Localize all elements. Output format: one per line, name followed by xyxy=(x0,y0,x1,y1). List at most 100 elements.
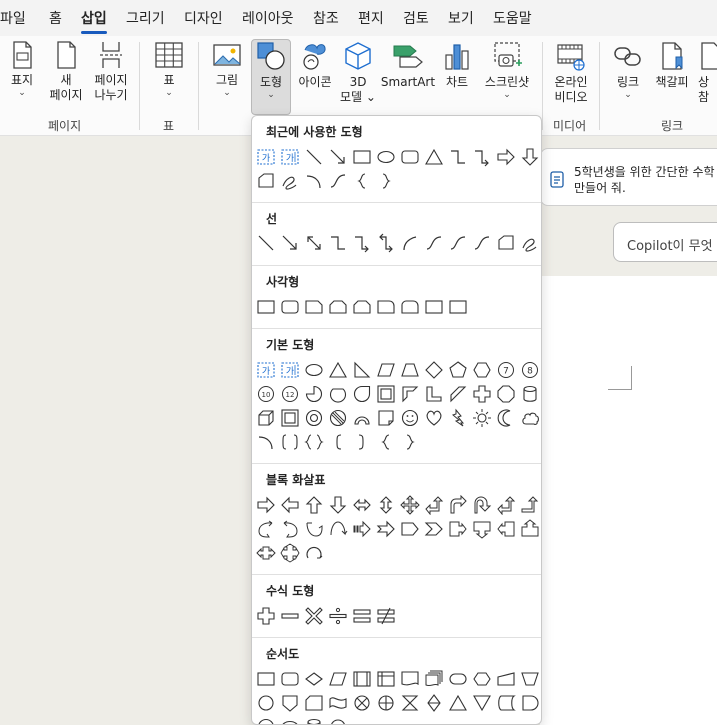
shape-scribble-item[interactable] xyxy=(520,233,540,253)
table-button[interactable]: 표 ⌄ xyxy=(152,40,186,120)
shape-frame-item[interactable] xyxy=(376,384,396,404)
tab-review[interactable]: 검토 xyxy=(403,10,429,28)
shape-larrow-item[interactable] xyxy=(280,495,300,515)
shape-bentarrow-item[interactable] xyxy=(448,495,468,515)
shape-tri-item[interactable] xyxy=(328,360,348,380)
shape-rect-item[interactable] xyxy=(352,147,372,167)
shape-arrowline-item[interactable] xyxy=(280,233,300,253)
shape-lcallout-item[interactable] xyxy=(496,519,516,539)
shape-textbox-item[interactable]: 가 xyxy=(256,360,276,380)
shape-fc-collate-item[interactable] xyxy=(400,693,420,713)
shape-pie-item[interactable] xyxy=(304,384,324,404)
picture-button[interactable]: 그림 ⌄ xyxy=(210,40,244,120)
copilot-prompt-input[interactable]: Copilot이 무엇 xyxy=(613,222,717,262)
shape-lshape-item[interactable] xyxy=(424,384,444,404)
shape-fc-or-item[interactable] xyxy=(376,693,396,713)
shape-elbow-item[interactable] xyxy=(328,233,348,253)
shape-num12-item[interactable]: 12 xyxy=(280,384,300,404)
shape-fc-process-item[interactable] xyxy=(256,669,276,689)
online-video-button[interactable]: 온라인 비디오 xyxy=(550,40,592,120)
shape-chevron-item[interactable] xyxy=(424,519,444,539)
shape-fc-predef-item[interactable] xyxy=(352,669,372,689)
shape-cylinder-item[interactable] xyxy=(520,384,540,404)
shape-vtextbox-item[interactable]: 가 xyxy=(280,360,300,380)
shape-equal-item[interactable] xyxy=(352,606,372,626)
bookmark-button[interactable]: 책갈피 xyxy=(652,40,692,120)
shape-ucallout-item[interactable] xyxy=(520,519,540,539)
shape-notequal-item[interactable] xyxy=(376,606,396,626)
tab-layout[interactable]: 레이아웃 xyxy=(242,10,294,28)
tab-editor[interactable]: 편지 xyxy=(358,10,384,28)
shape-rrect-item[interactable] xyxy=(400,147,420,167)
tab-insert[interactable]: 삽입 xyxy=(81,10,107,34)
shape-rrect-item[interactable] xyxy=(280,297,300,317)
shape-freeform-item[interactable] xyxy=(256,171,276,191)
shape-rect-item[interactable] xyxy=(424,297,444,317)
shape-darrow-item[interactable] xyxy=(520,147,540,167)
3d-model-button[interactable]: 3D 모델 ⌄ xyxy=(338,40,378,120)
shape-line-item[interactable] xyxy=(256,233,276,253)
shape-rect-item[interactable] xyxy=(448,297,468,317)
shape-scurve-item[interactable] xyxy=(448,233,468,253)
shape-fc-card-item[interactable] xyxy=(304,693,324,713)
shape-leftuparrow-item[interactable] xyxy=(496,495,516,515)
shape-plus-item[interactable] xyxy=(256,606,276,626)
tab-help[interactable]: 도움말 xyxy=(493,10,532,28)
shape-para-item[interactable] xyxy=(376,360,396,380)
link-button[interactable]: 링크 ⌄ xyxy=(611,40,645,120)
shape-rarrow-item[interactable] xyxy=(256,495,276,515)
shape-scurve-item[interactable] xyxy=(424,233,444,253)
shape-hex-item[interactable] xyxy=(472,360,492,380)
smartart-button[interactable]: SmartArt xyxy=(381,40,435,120)
shape-udarrow-item[interactable] xyxy=(376,495,396,515)
shape-rcallout-item[interactable] xyxy=(448,519,468,539)
shape-teardrop-item[interactable] xyxy=(352,384,372,404)
icons-button[interactable]: 아이콘 xyxy=(295,40,335,120)
shape-dblbrace-item[interactable] xyxy=(304,432,324,452)
shape-snip2-item[interactable] xyxy=(352,297,372,317)
shape-lbrace-item[interactable] xyxy=(376,432,396,452)
shape-stripedarrow-item[interactable] xyxy=(352,519,372,539)
shape-line-item[interactable] xyxy=(304,147,324,167)
shape-snip1-item[interactable] xyxy=(304,297,324,317)
shape-bentup-item[interactable] xyxy=(520,495,540,515)
shape-bolt-item[interactable] xyxy=(448,408,468,428)
shape-plus-item[interactable] xyxy=(472,384,492,404)
shape-fc-delay-item[interactable] xyxy=(520,693,540,713)
shape-arrowline-item[interactable] xyxy=(328,147,348,167)
shape-foldcorner-item[interactable] xyxy=(376,408,396,428)
shape-circ-item[interactable] xyxy=(256,717,276,724)
shape-fc-manual-item[interactable] xyxy=(496,669,516,689)
tab-references[interactable]: 참조 xyxy=(313,10,339,28)
new-page-button[interactable]: 새 페이지 xyxy=(47,40,85,120)
shape-diamond-item[interactable] xyxy=(424,360,444,380)
shape-leftuparrow-item[interactable] xyxy=(424,495,444,515)
shape-num7-item[interactable]: 7 xyxy=(496,360,516,380)
shape-round2-item[interactable] xyxy=(400,297,420,317)
shape-cylinder-item[interactable] xyxy=(304,717,324,724)
shape-arc-item[interactable] xyxy=(304,171,324,191)
shape-dblbracket-item[interactable] xyxy=(280,432,300,452)
shape-dblarrowline-item[interactable] xyxy=(304,233,324,253)
shape-num8-item[interactable]: 8 xyxy=(520,360,540,380)
shape-donut-item[interactable] xyxy=(304,408,324,428)
page-break-button[interactable]: 페이지 나누기 xyxy=(90,40,132,120)
shape-fc-multidoc-item[interactable] xyxy=(424,669,444,689)
shape-cloud-item[interactable] xyxy=(520,408,540,428)
shape-sun-item[interactable] xyxy=(472,408,492,428)
shape-lbrace-item[interactable] xyxy=(352,171,372,191)
shape-lbracket-item[interactable] xyxy=(328,432,348,452)
cover-page-button[interactable]: 표지 ⌄ xyxy=(4,40,40,120)
shape-circarrow-item[interactable] xyxy=(304,543,324,563)
tab-file[interactable]: 파일 xyxy=(0,10,26,28)
shape-snip2-item[interactable] xyxy=(328,297,348,317)
shape-fc-connector-item[interactable] xyxy=(328,717,348,724)
shape-heart-item[interactable] xyxy=(424,408,444,428)
shape-curvedl-item[interactable] xyxy=(280,519,300,539)
shape-rarrow-item[interactable] xyxy=(496,147,516,167)
shape-blockarc-item[interactable] xyxy=(352,408,372,428)
shape-octagon-item[interactable] xyxy=(496,384,516,404)
shape-divide-item[interactable] xyxy=(328,606,348,626)
chart-button[interactable]: 차트 xyxy=(440,40,474,120)
shape-uturn-item[interactable] xyxy=(472,495,492,515)
